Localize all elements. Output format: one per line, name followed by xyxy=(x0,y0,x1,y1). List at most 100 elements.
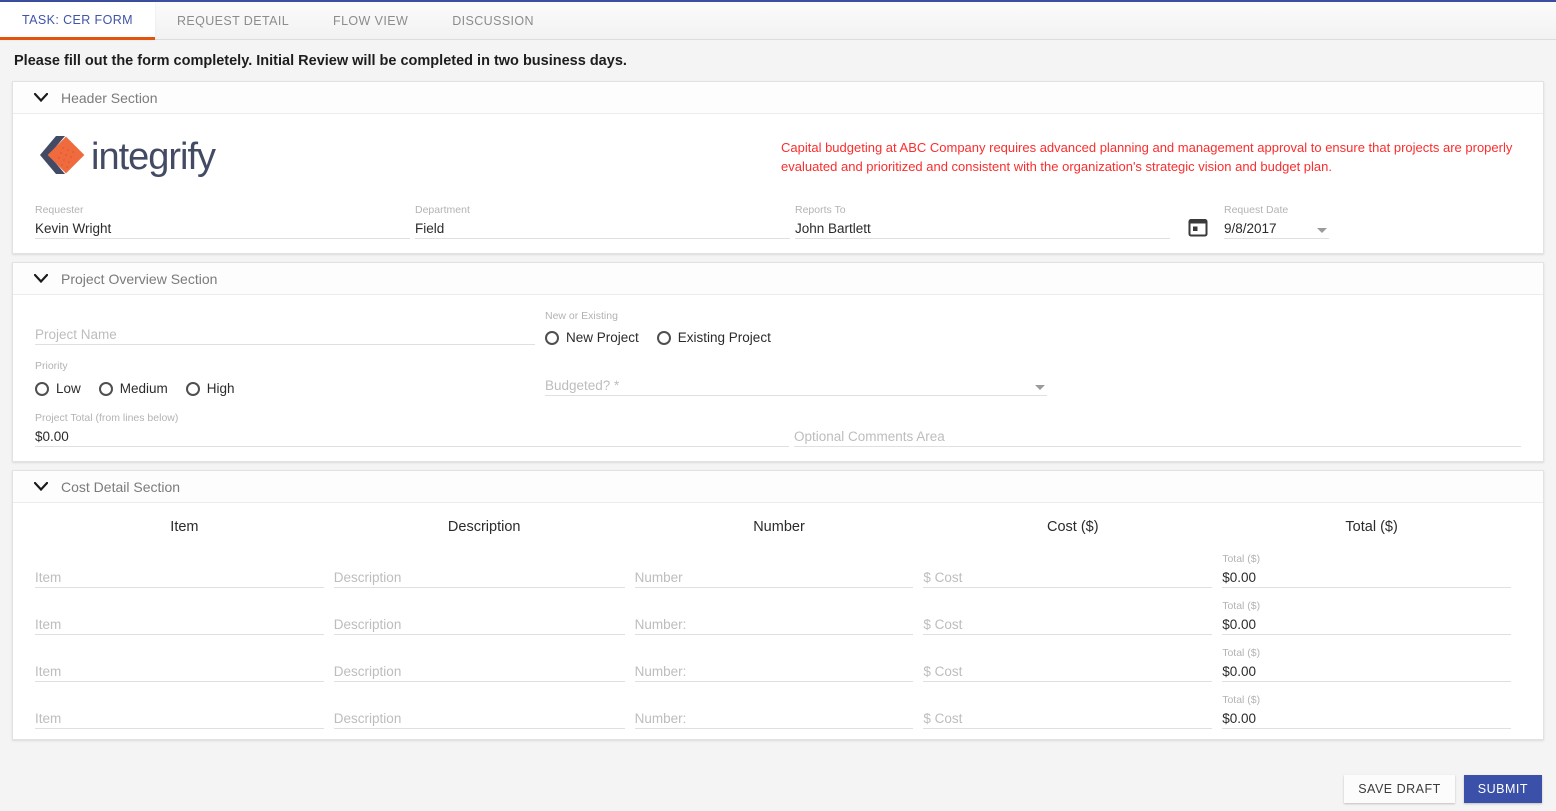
tab-label: REQUEST DETAIL xyxy=(176,14,290,28)
radio-label: Medium xyxy=(119,381,168,396)
row-total-value: $0.00 xyxy=(1222,707,1511,729)
new-or-existing-group: New or Existing New Project Existing Pro… xyxy=(545,309,1065,345)
chevron-down-icon xyxy=(33,271,49,287)
column-header-total: Total ($) xyxy=(1345,519,1398,535)
row-description-placeholder: Description xyxy=(333,566,625,588)
row-item-input[interactable]: Item xyxy=(35,613,324,635)
form-actions: SAVE DRAFT SUBMIT xyxy=(1344,775,1542,803)
radio-label: High xyxy=(206,381,235,396)
department-label: Department xyxy=(415,204,470,216)
project-total-value: $0.00 xyxy=(35,425,789,447)
submit-button[interactable]: SUBMIT xyxy=(1463,775,1542,803)
column-header-number: Number xyxy=(753,519,805,535)
budgeted-select[interactable]: Budgeted? * xyxy=(545,374,1047,396)
cost-detail-section-toggle[interactable]: Cost Detail Section xyxy=(13,471,1543,503)
row-item-placeholder: Item xyxy=(35,613,324,635)
chevron-down-icon[interactable] xyxy=(1317,228,1327,233)
chevron-down-icon xyxy=(33,90,49,106)
requester-label: Requester xyxy=(35,204,84,216)
row-item-input[interactable]: Item xyxy=(35,566,324,588)
radio-circle-icon xyxy=(545,330,559,345)
project-name-placeholder: Project Name xyxy=(35,323,535,345)
row-description-input[interactable]: Description xyxy=(333,613,625,635)
row-total-field: Total ($) $0.00 xyxy=(1222,647,1511,682)
row-total-label: Total ($) xyxy=(1222,600,1261,612)
row-number-placeholder: Number: xyxy=(634,707,914,729)
reports-to-field[interactable]: Reports To John Bartlett xyxy=(795,204,1170,239)
row-number-input[interactable]: Number xyxy=(634,566,914,588)
row-total-value: $0.00 xyxy=(1222,613,1511,635)
project-overview-section-title: Project Overview Section xyxy=(61,270,218,287)
radio-circle-icon xyxy=(656,330,671,345)
request-date-field[interactable]: Request Date 9/8/2017 xyxy=(1224,204,1329,239)
chevron-down-icon[interactable] xyxy=(1035,385,1045,390)
requester-field[interactable]: Requester Kevin Wright xyxy=(35,204,410,239)
reports-to-value: John Bartlett xyxy=(795,217,1170,239)
row-cost-input[interactable]: $ Cost xyxy=(923,660,1213,682)
integrify-logo-text: integrify xyxy=(91,136,216,178)
radio-priority-medium[interactable]: Medium xyxy=(98,381,168,396)
project-overview-section-body: Project Name New or Existing New Project… xyxy=(13,295,1543,461)
row-description-input[interactable]: Description xyxy=(333,660,625,682)
row-cost-placeholder: $ Cost xyxy=(923,707,1213,729)
table-row: Item Description Number $ Cost Total ($)… xyxy=(35,545,1521,592)
row-description-placeholder: Description xyxy=(333,707,625,729)
radio-priority-high[interactable]: High xyxy=(185,381,235,396)
row-description-input[interactable]: Description xyxy=(333,566,625,588)
priority-group: Priority Low Medium High xyxy=(35,359,545,396)
row-total-value: $0.00 xyxy=(1222,660,1511,682)
table-row: Item Description Number: $ Cost Total ($… xyxy=(35,592,1521,639)
column-header-description: Description xyxy=(447,519,521,535)
row-item-placeholder: Item xyxy=(35,660,324,682)
project-overview-section-panel: Project Overview Section Project Name Ne… xyxy=(12,262,1544,462)
row-number-placeholder: Number: xyxy=(634,613,914,635)
header-section-title: Header Section xyxy=(61,89,158,106)
department-field[interactable]: Department Field xyxy=(415,204,790,239)
comments-placeholder: Optional Comments Area xyxy=(793,425,1521,447)
integrify-mark-icon xyxy=(40,136,85,174)
cost-detail-section-title: Cost Detail Section xyxy=(61,478,181,495)
row-item-input[interactable]: Item xyxy=(35,660,324,682)
row-number-input[interactable]: Number: xyxy=(634,660,914,682)
requester-value: Kevin Wright xyxy=(35,217,410,239)
row-description-input[interactable]: Description xyxy=(333,707,625,729)
row-total-label: Total ($) xyxy=(1222,553,1261,565)
row-number-placeholder: Number: xyxy=(634,660,914,682)
radio-label: Low xyxy=(56,381,81,396)
radio-circle-icon xyxy=(98,381,113,396)
tab-task-cer-form[interactable]: TASK: CER FORM xyxy=(0,2,155,40)
tab-label: FLOW VIEW xyxy=(333,14,409,28)
row-description-placeholder: Description xyxy=(333,660,625,682)
radio-circle-icon xyxy=(185,381,200,396)
chevron-down-icon xyxy=(33,479,49,495)
save-draft-button[interactable]: SAVE DRAFT xyxy=(1344,775,1455,803)
row-total-field: Total ($) $0.00 xyxy=(1222,600,1511,635)
header-section-panel: Header Section integrify Capital budgeti… xyxy=(12,81,1544,254)
row-number-input[interactable]: Number: xyxy=(634,613,914,635)
radio-circle-icon xyxy=(35,381,49,396)
row-cost-placeholder: $ Cost xyxy=(923,613,1213,635)
row-item-input[interactable]: Item xyxy=(35,707,324,729)
row-number-input[interactable]: Number: xyxy=(634,707,914,729)
row-total-value: $0.00 xyxy=(1222,566,1511,588)
tab-discussion[interactable]: DISCUSSION xyxy=(430,2,556,40)
form-instruction: Please fill out the form completely. Ini… xyxy=(14,53,627,69)
row-cost-input[interactable]: $ Cost xyxy=(923,613,1213,635)
calendar-icon[interactable] xyxy=(1188,217,1208,237)
comments-field[interactable]: Optional Comments Area xyxy=(793,425,1521,447)
row-cost-input[interactable]: $ Cost xyxy=(923,566,1213,588)
radio-new-project[interactable]: New Project xyxy=(545,330,639,345)
project-overview-section-toggle[interactable]: Project Overview Section xyxy=(13,263,1543,295)
request-date-value: 9/8/2017 xyxy=(1224,217,1329,239)
project-name-field[interactable]: Project Name xyxy=(35,323,535,345)
row-item-placeholder: Item xyxy=(35,566,324,588)
column-header-item: Item xyxy=(170,519,199,535)
row-cost-placeholder: $ Cost xyxy=(923,566,1213,588)
tab-request-detail[interactable]: REQUEST DETAIL xyxy=(155,2,311,40)
radio-existing-project[interactable]: Existing Project xyxy=(656,330,771,345)
cost-detail-section-body: Item Description Number Cost ($) Total (… xyxy=(13,503,1543,739)
header-section-toggle[interactable]: Header Section xyxy=(13,82,1543,114)
row-cost-input[interactable]: $ Cost xyxy=(923,707,1213,729)
tab-flow-view[interactable]: FLOW VIEW xyxy=(311,2,430,40)
radio-priority-low[interactable]: Low xyxy=(35,381,81,396)
